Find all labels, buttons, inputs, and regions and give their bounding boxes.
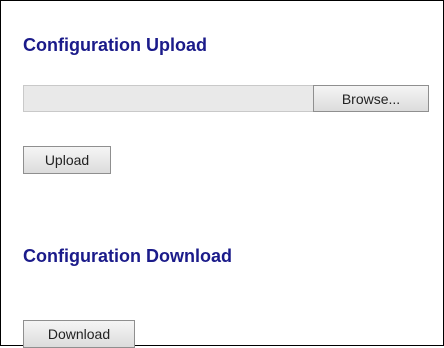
configuration-upload-title: Configuration Upload — [23, 35, 207, 55]
config-panel: Configuration Upload Browse... Upload Co… — [0, 0, 444, 348]
file-chooser[interactable]: Browse... — [23, 85, 429, 112]
download-button[interactable]: Download — [23, 320, 135, 348]
configuration-download-title: Configuration Download — [23, 246, 232, 266]
file-path-field[interactable] — [23, 85, 313, 112]
upload-button[interactable]: Upload — [23, 146, 111, 174]
browse-button[interactable]: Browse... — [313, 85, 429, 112]
